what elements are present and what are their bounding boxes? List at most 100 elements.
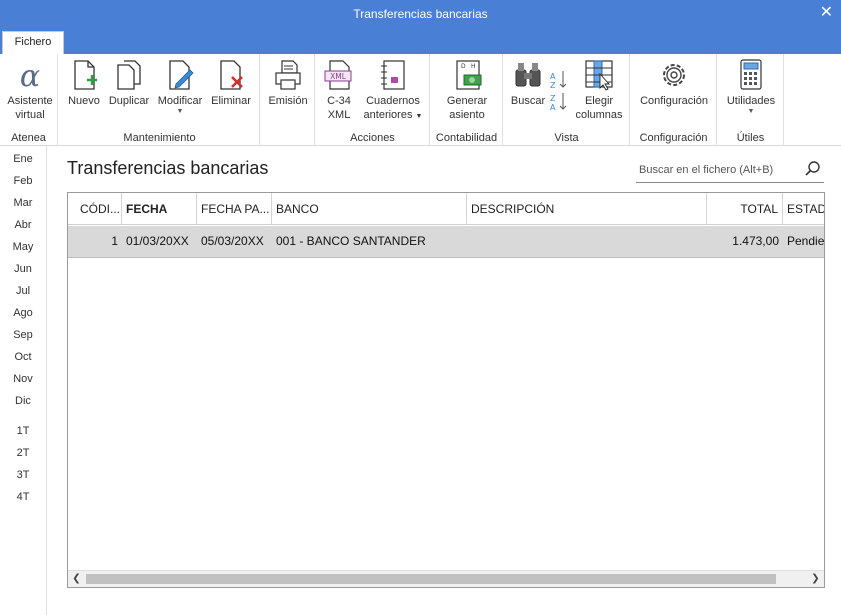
svg-text:D: D: [461, 63, 466, 70]
close-icon[interactable]: ✕: [820, 0, 833, 26]
binoculars-icon: [515, 63, 541, 87]
group-label-acciones: Acciones: [350, 132, 395, 144]
table-header: CÓDI... FECHA FECHA PA... BANCO DESCRIPC…: [68, 193, 824, 225]
eliminar-button[interactable]: Eliminar: [208, 58, 254, 108]
table-row[interactable]: 1 01/03/20XX 05/03/20XX 001 - BANCO SANT…: [68, 226, 824, 258]
generar-asiento-button[interactable]: D H Generar asiento: [441, 58, 493, 122]
ledger-entry-icon: D H: [456, 60, 482, 90]
column-header-descripcion[interactable]: DESCRIPCIÓN: [467, 193, 707, 225]
svg-text:XML: XML: [330, 72, 347, 81]
ribbon: α Asistente virtual Atenea Nuevo Duplica…: [0, 54, 841, 146]
modificar-label: Modificar: [157, 95, 203, 107]
sort-az-button[interactable]: A Z Z A: [548, 68, 570, 116]
cell-fecha: 01/03/20XX: [126, 234, 189, 248]
group-label-contabilidad: Contabilidad: [435, 132, 498, 144]
month-abr[interactable]: Abr: [0, 219, 46, 231]
column-header-total[interactable]: TOTAL: [707, 193, 783, 225]
modificar-button[interactable]: Modificar ▼: [155, 58, 205, 116]
column-header-fecha-pago[interactable]: FECHA PA...: [197, 193, 272, 225]
month-may[interactable]: May: [0, 241, 46, 253]
month-nov[interactable]: Nov: [0, 373, 46, 385]
transfers-table: CÓDI... FECHA FECHA PA... BANCO DESCRIPC…: [67, 192, 825, 588]
scroll-right-icon[interactable]: ❯: [807, 571, 824, 587]
nuevo-label: Nuevo: [68, 95, 100, 107]
ribbon-group-utiles: Utilidades ▼ Útiles: [718, 54, 784, 146]
column-header-banco[interactable]: BANCO: [272, 193, 467, 225]
group-label-atenea: Atenea: [11, 132, 46, 144]
cuadernos-anteriores-button[interactable]: Cuadernos anteriores ▼: [360, 58, 426, 124]
cell-banco: 001 - BANCO SANTANDER: [276, 234, 426, 248]
utilidades-label: Utilidades: [726, 95, 776, 107]
utilidades-button[interactable]: Utilidades ▼: [722, 58, 780, 116]
configuracion-button[interactable]: Configuración: [635, 58, 713, 108]
month-mar[interactable]: Mar: [0, 197, 46, 209]
generar-label-2: asiento: [449, 109, 485, 121]
quarter-4t[interactable]: 4T: [0, 491, 46, 503]
printer-icon: [275, 60, 301, 90]
gear-icon: [663, 64, 685, 86]
c34-label-2: XML: [327, 109, 351, 121]
tab-fichero[interactable]: Fichero: [2, 31, 64, 54]
month-sep[interactable]: Sep: [0, 329, 46, 341]
svg-text:Z: Z: [550, 94, 556, 103]
month-ago[interactable]: Ago: [0, 307, 46, 319]
quarter-1t[interactable]: 1T: [0, 425, 46, 437]
cuadernos-label-2: anteriores: [363, 109, 413, 121]
ribbon-group-mantenimiento: Nuevo Duplicar Modificar ▼ Eliminar Mant…: [60, 54, 260, 146]
ribbon-group-vista: Buscar A Z Z A Elegir columnas Vista: [504, 54, 630, 146]
search-icon[interactable]: [804, 160, 822, 178]
search-input[interactable]: [639, 161, 799, 179]
quarter-2t[interactable]: 2T: [0, 447, 46, 459]
group-label-utiles: Útiles: [736, 132, 765, 144]
window-title: Transferencias bancarias: [353, 7, 488, 21]
new-document-icon: [74, 60, 97, 90]
month-jun[interactable]: Jun: [0, 263, 46, 275]
column-header-estado[interactable]: ESTADO: [783, 193, 824, 225]
edit-document-icon: [169, 60, 194, 90]
emision-button[interactable]: Emisión: [265, 58, 311, 108]
duplicar-button[interactable]: Duplicar: [106, 58, 152, 108]
month-jul[interactable]: Jul: [0, 285, 46, 297]
group-label-mantenimiento: Mantenimiento: [123, 132, 196, 144]
cell-total: 1.473,00: [732, 234, 779, 248]
choose-columns-icon: [585, 60, 613, 91]
month-dic[interactable]: Dic: [0, 395, 46, 407]
configuracion-label: Configuración: [640, 95, 708, 107]
nuevo-button[interactable]: Nuevo: [66, 58, 102, 108]
window-titlebar: Transferencias bancarias ✕: [0, 0, 841, 30]
svg-text:A: A: [550, 103, 556, 112]
buscar-button[interactable]: Buscar: [508, 58, 548, 108]
column-header-fecha[interactable]: FECHA: [122, 193, 197, 225]
scroll-thumb[interactable]: [86, 574, 776, 584]
chevron-down-icon: ▼: [176, 108, 184, 115]
duplicate-icon: [117, 60, 141, 90]
tab-strip: Fichero: [0, 30, 841, 54]
quarter-3t[interactable]: 3T: [0, 469, 46, 481]
delete-document-icon: [220, 60, 243, 90]
duplicar-label: Duplicar: [108, 95, 150, 107]
page-title: Transferencias bancarias: [67, 158, 269, 178]
asistente-label-1: Asistente: [7, 95, 53, 107]
scroll-left-icon[interactable]: ❮: [68, 571, 85, 587]
calculator-icon: [740, 59, 762, 90]
ribbon-group-atenea: α Asistente virtual Atenea: [0, 54, 58, 146]
group-label-vista: Vista: [554, 132, 579, 144]
alpha-icon: α: [20, 59, 40, 92]
elegir-columnas-button[interactable]: Elegir columnas: [572, 58, 626, 122]
period-sidebar: Ene Feb Mar Abr May Jun Jul Ago Sep Oct …: [0, 146, 47, 615]
month-ene[interactable]: Ene: [0, 153, 46, 165]
asistente-virtual-button[interactable]: α Asistente virtual: [4, 58, 56, 122]
cell-codigo: 1: [111, 234, 118, 248]
c34-xml-button[interactable]: XML C-34 XML: [320, 58, 358, 122]
month-feb[interactable]: Feb: [0, 175, 46, 187]
column-header-codigo[interactable]: CÓDI...: [68, 193, 122, 225]
ribbon-group-acciones: XML C-34 XML Cuadernos anteriores ▼ Acci…: [316, 54, 430, 146]
emision-label: Emisión: [268, 95, 308, 107]
month-oct[interactable]: Oct: [0, 351, 46, 363]
chevron-down-icon: ▼: [747, 108, 755, 115]
cell-descripcion: [467, 226, 707, 258]
xml-file-icon: XML: [324, 60, 352, 90]
horizontal-scrollbar[interactable]: ❮ ❯: [68, 570, 824, 587]
notebook-icon: [381, 60, 405, 90]
cell-estado: Pendiente: [787, 234, 824, 248]
